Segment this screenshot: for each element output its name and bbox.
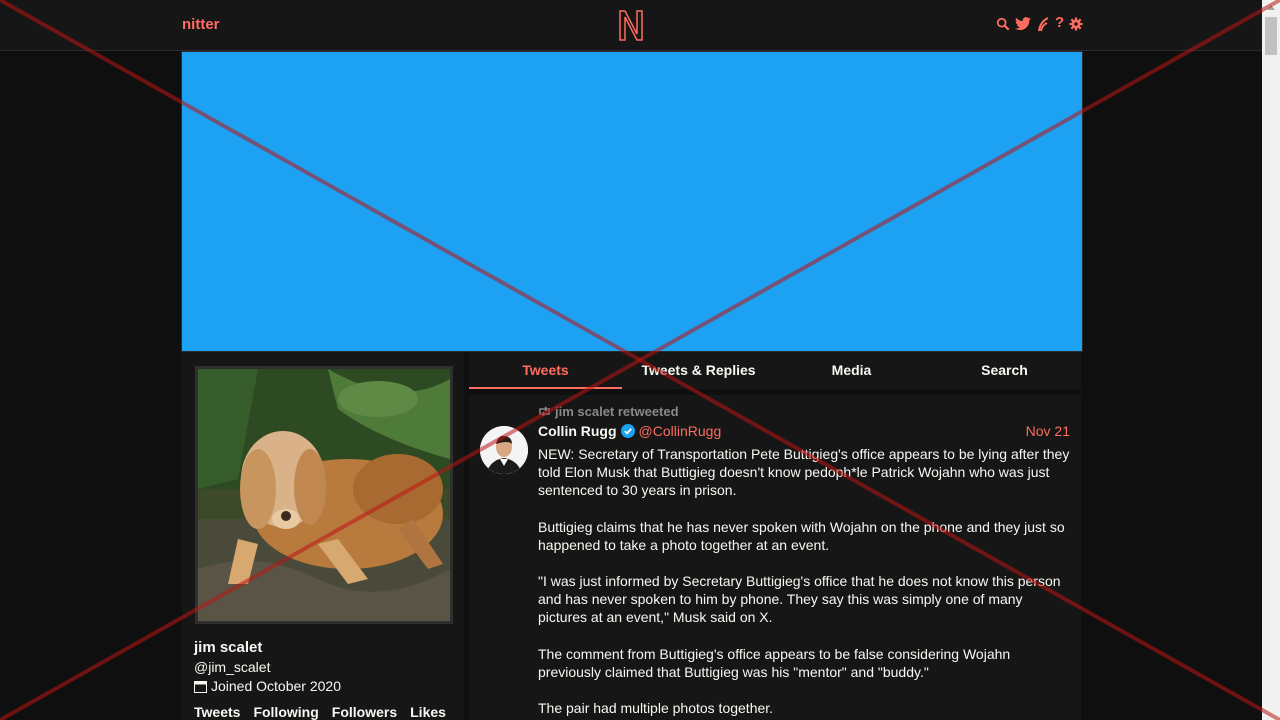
gear-icon[interactable] [1069, 14, 1083, 32]
tab-tweets-replies[interactable]: Tweets & Replies [622, 352, 775, 389]
timeline-tabs: Tweets Tweets & Replies Media Search [469, 352, 1081, 389]
profile-avatar[interactable] [195, 366, 453, 624]
stat-following[interactable]: Following [253, 704, 318, 720]
search-icon[interactable] [996, 14, 1010, 32]
profile-card: jim scalet @jim_scalet Joined October 20… [182, 352, 464, 720]
tweet-paragraph: The comment from Buttigieg's office appe… [538, 645, 1011, 680]
scroll-up-arrow-icon[interactable] [1262, 0, 1280, 16]
tweet-author-avatar[interactable] [480, 426, 528, 474]
stat-likes[interactable]: Likes [410, 704, 446, 720]
tweet-paragraph: "I was just informed by Secretary Buttig… [538, 573, 1061, 625]
timeline: jim scalet retweeted Collin Rugg @Collin… [469, 395, 1081, 720]
profile-banner[interactable] [181, 51, 1083, 352]
tweet-header: Collin Rugg @CollinRugg Nov 21 [538, 423, 1070, 439]
help-icon[interactable]: ? [1055, 14, 1064, 32]
nitter-logo[interactable] [617, 8, 645, 42]
verified-badge-icon [620, 424, 635, 438]
calendar-icon [194, 680, 207, 693]
tweet-paragraph: The pair had multiple photos together. [538, 700, 774, 716]
tweet-paragraph: NEW: Secretary of Transportation Pete Bu… [538, 446, 1070, 498]
dog-photo [198, 369, 450, 621]
tab-tweets[interactable]: Tweets [469, 352, 622, 389]
retweet-header-text[interactable]: jim scalet retweeted [555, 404, 679, 419]
profile-joined: Joined October 2020 [194, 678, 341, 694]
tweet-author-handle[interactable]: @CollinRugg [639, 423, 722, 439]
tweet-content: NEW: Secretary of Transportation Pete Bu… [538, 445, 1073, 720]
retweet-icon [539, 406, 550, 417]
profile-username[interactable]: @jim_scalet [194, 659, 270, 675]
navbar: nitter ? [0, 0, 1262, 51]
rss-icon[interactable] [1036, 14, 1050, 32]
tab-search[interactable]: Search [928, 352, 1081, 389]
joined-date: Joined October 2020 [211, 678, 341, 694]
tweet-date[interactable]: Nov 21 [1026, 423, 1070, 439]
profile-stats: Tweets Following Followers Likes [194, 704, 446, 720]
page-scrollbar[interactable] [1262, 0, 1280, 720]
profile-fullname[interactable]: jim scalet [194, 639, 262, 656]
nitter-home-link[interactable]: nitter [182, 16, 220, 33]
scroll-thumb[interactable] [1265, 17, 1277, 55]
tab-media[interactable]: Media [775, 352, 928, 389]
tweet-paragraph: Buttigieg claims that he has never spoke… [538, 518, 1065, 553]
stat-tweets[interactable]: Tweets [194, 704, 240, 720]
tweet-author-name[interactable]: Collin Rugg [538, 423, 617, 439]
retweet-header: jim scalet retweeted [538, 404, 679, 419]
twitter-bird-icon[interactable] [1015, 14, 1031, 32]
stat-followers[interactable]: Followers [332, 704, 397, 720]
nav-icons: ? [996, 14, 1083, 32]
